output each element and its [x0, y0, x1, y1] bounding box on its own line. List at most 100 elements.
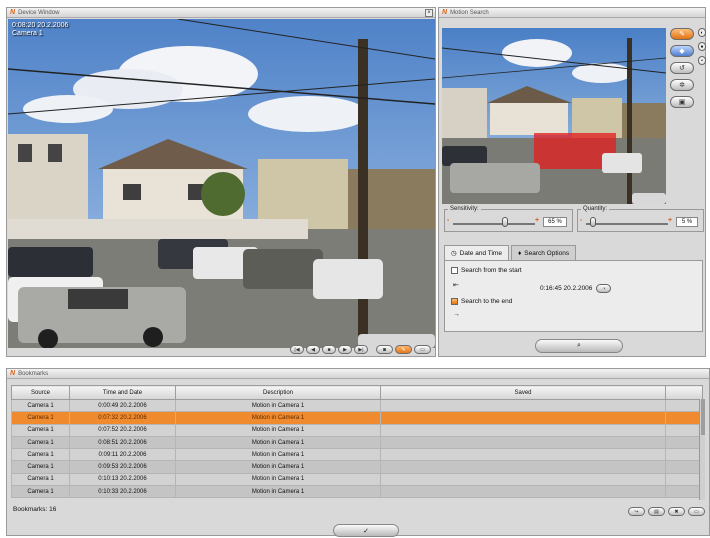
tab-options-label: Search Options	[524, 249, 570, 257]
cell-source: Camera 1	[11, 472, 70, 487]
cell-saved	[380, 411, 666, 425]
search-from-start-checkbox[interactable]	[451, 267, 458, 274]
motion-search-icon[interactable]: ✎	[395, 345, 412, 354]
save-icon[interactable]: ▤	[648, 507, 665, 516]
motion-tool-buttons: ✎ ◆ ↺ ✲ ▣	[670, 28, 694, 108]
bookmarks-scrollbar[interactable]	[699, 399, 705, 500]
skip-start-icon[interactable]: |◀	[290, 345, 304, 354]
column-header-extra	[665, 385, 703, 400]
record-icon[interactable]: ●	[698, 42, 706, 51]
cell-extra	[665, 472, 703, 487]
motion-video-view[interactable]	[442, 28, 666, 204]
date-time-panel: Search from the start ⇤ 0:16:45 20.2.200…	[444, 260, 703, 332]
grid-icon[interactable]: ✲	[670, 79, 694, 91]
column-header-saved[interactable]: Saved	[380, 385, 666, 400]
ok-button[interactable]: ✓	[333, 524, 399, 537]
cell-time: 0:10:13 20.2.2006	[69, 472, 176, 487]
stop-icon[interactable]: ■	[322, 345, 336, 354]
scrollbar-thumb[interactable]	[701, 399, 705, 435]
calendar-icon[interactable]: ◔	[596, 284, 612, 293]
cell-description: Motion in Camera 1	[175, 460, 381, 474]
search-from-start-row[interactable]: Search from the start	[451, 267, 522, 274]
skip-end-icon[interactable]: ▶|	[354, 345, 368, 354]
table-row[interactable]: Camera 1 0:07:52 20.2.2006 Motion in Camer…	[11, 423, 703, 437]
start-marker-icon: ⇤	[453, 282, 459, 289]
search-to-end-label: Search to the end	[461, 298, 513, 305]
lasso-icon[interactable]: ↺	[670, 62, 694, 74]
eraser-icon[interactable]: ◆	[670, 45, 694, 57]
bookmarks-title: Bookmarks	[18, 370, 49, 377]
sensitivity-increase[interactable]: +	[535, 217, 539, 224]
cell-source: Camera 1	[11, 423, 70, 437]
motion-window-title: Motion Search	[450, 9, 489, 16]
cell-extra	[665, 398, 703, 413]
device-window-title: Device Window	[18, 9, 60, 16]
bookmarks-window: N Bookmarks Source Time and Date Descrip…	[6, 368, 710, 537]
sensitivity-decrease[interactable]: -	[447, 217, 449, 224]
cell-saved	[380, 472, 666, 487]
quantity-decrease[interactable]: -	[580, 217, 582, 224]
cell-source: Camera 1	[11, 411, 70, 425]
quantity-value[interactable]: 5 %	[676, 217, 698, 227]
motion-search-window: N Motion Search ✎ ◆ ↺ ✲ ▣ ◐ ● • Sensitiv…	[438, 7, 706, 357]
bookmarks-titlebar: N Bookmarks	[7, 369, 709, 379]
sensitivity-value[interactable]: 65 %	[543, 217, 567, 227]
table-row[interactable]: Camera 1 0:00:49 20.2.2006 Motion in Camer…	[11, 398, 703, 413]
quantity-increase[interactable]: +	[668, 217, 672, 224]
close-icon[interactable]: ×	[425, 8, 433, 17]
search-tabs: ◷ Date and Time ♦ Search Options	[444, 245, 577, 260]
cell-source: Camera 1	[11, 448, 70, 462]
cell-description: Motion in Camera 1	[175, 472, 381, 487]
draw-region-icon[interactable]: ✎	[670, 28, 694, 40]
cell-extra	[665, 411, 703, 425]
dot-icon[interactable]: •	[698, 56, 706, 65]
sensitivity-slider[interactable]	[502, 217, 509, 227]
search-to-end-row[interactable]: Search to the end	[451, 298, 512, 305]
camera-icon[interactable]: ◙	[376, 345, 393, 354]
bookmarks-count: Bookmarks: 16	[13, 506, 57, 513]
app-logo-icon: N	[442, 9, 448, 16]
go-to-bookmark-icon[interactable]: ↪	[628, 507, 645, 516]
tab-search-options[interactable]: ♦ Search Options	[510, 245, 577, 260]
table-row[interactable]: Camera 1 0:10:13 20.2.2006 Motion in Camer…	[11, 472, 703, 487]
delete-icon[interactable]: ✖	[668, 507, 685, 516]
display-icon[interactable]: ▭	[414, 345, 431, 354]
play-icon[interactable]: ▶	[338, 345, 352, 354]
step-back-icon[interactable]: ◀	[306, 345, 320, 354]
cell-extra	[665, 485, 703, 499]
export-icon[interactable]: ▭	[688, 507, 705, 516]
toggle-icon[interactable]: ◐	[698, 28, 706, 37]
column-header-description[interactable]: Description	[175, 385, 381, 400]
motion-scene-image	[442, 28, 666, 204]
table-row[interactable]: Camera 1 0:09:11 20.2.2006 Motion in Camer…	[11, 448, 703, 462]
bookmarks-table-body: Camera 1 0:00:49 20.2.2006 Motion in Camer…	[11, 398, 703, 499]
cell-extra	[665, 448, 703, 462]
bookmarks-table: Source Time and Date Description Saved C…	[11, 385, 703, 499]
video-timestamp: 0:08:20 20.2.2006	[12, 22, 69, 29]
column-header-source[interactable]: Source	[11, 385, 70, 400]
cell-time: 0:07:52 20.2.2006	[69, 423, 176, 437]
search-icon: ⌕	[577, 342, 581, 349]
check-icon: ✓	[363, 527, 369, 535]
motion-window-titlebar: N Motion Search	[439, 8, 705, 18]
cell-time: 0:07:32 20.2.2006	[69, 411, 176, 425]
cell-time: 0:10:33 20.2.2006	[69, 485, 176, 499]
table-row[interactable]: Camera 1 0:07:32 20.2.2006 Motion in Camer…	[11, 411, 703, 425]
table-header-row: Source Time and Date Description Saved	[11, 385, 703, 400]
cell-description: Motion in Camera 1	[175, 398, 381, 413]
column-header-time[interactable]: Time and Date	[69, 385, 176, 400]
live-video-view[interactable]: 0:08:20 20.2.2006 Camera 1	[8, 19, 435, 348]
start-time-value[interactable]: 0:16:45 20.2.2006	[540, 285, 592, 292]
start-search-button[interactable]: ⌕	[535, 339, 623, 353]
tab-date-and-time[interactable]: ◷ Date and Time	[444, 245, 509, 260]
cell-time: 0:08:51 20.2.2006	[69, 435, 176, 450]
quantity-slider[interactable]	[589, 217, 596, 227]
sensitivity-group: Sensitivity: - + 65 %	[444, 206, 573, 232]
cell-saved	[380, 435, 666, 450]
search-to-end-checkbox[interactable]	[451, 298, 458, 305]
video-overlay: 0:08:20 20.2.2006 Camera 1	[12, 22, 68, 38]
table-row[interactable]: Camera 1 0:09:53 20.2.2006 Motion in Camer…	[11, 460, 703, 474]
clear-region-icon[interactable]: ▣	[670, 96, 694, 108]
table-row[interactable]: Camera 1 0:08:51 20.2.2006 Motion in Camer…	[11, 435, 703, 450]
table-row[interactable]: Camera 1 0:10:33 20.2.2006 Motion in Camer…	[11, 485, 703, 499]
